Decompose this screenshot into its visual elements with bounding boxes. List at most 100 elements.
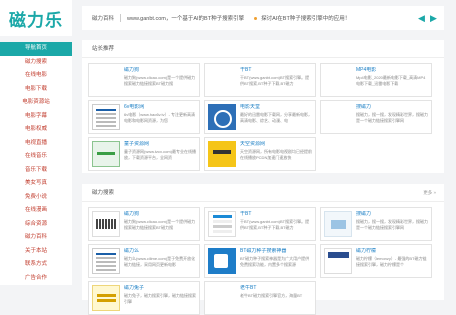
sidebar-item[interactable]: 美女写真 (0, 177, 72, 191)
card-title[interactable]: 磁力么 (124, 248, 196, 255)
card-description: 搜磁力，搜一搜，发现精彩世界，搜磁力是一个磁力链接搜索引擎网 (356, 219, 428, 230)
card-title[interactable]: 老牛BT (240, 285, 312, 292)
card-title[interactable]: 磁力柠檬 (356, 248, 428, 255)
sidebar-item[interactable]: 综合资源 (0, 218, 72, 232)
site-card[interactable]: 童子资源网 童子资源网(www.tzcx.com)最专业在线播放，下载资源平台，全… (88, 137, 200, 171)
card-description: 搜磁力，搜一搜，发现精彩世界，搜磁力是一个磁力链接搜索引擎网 (356, 112, 428, 123)
card-title[interactable]: 磁力兔子 (124, 285, 196, 292)
sidebar-item[interactable]: 免费小说 (0, 191, 72, 205)
divider (120, 14, 122, 22)
card-body: 童子资源网 童子资源网(www.tzcx.com)最专业在线播放，下载资源平台，全… (124, 141, 196, 167)
bullet-icon (254, 16, 258, 20)
card-description: 老牛BT磁力搜索引擎官方，海量BT (240, 293, 303, 298)
card-description: 6v电影（www.hao6v.tv）- 专注更新高清电影和电影网资源，为您 (124, 112, 196, 123)
site-card[interactable]: 6v电影网 6v电影（www.hao6v.tv）- 专注更新高清电影和电影网资源，… (88, 100, 200, 134)
url-notice[interactable]: www.ganbt.com，一个基于AI的BT种子搜索引擎 (127, 14, 244, 22)
site-card[interactable]: MP4电影 Mp4电影_2020最新电影下载_高清MP4电影下载_迅雷电影下载 (320, 63, 432, 97)
next-arrow-icon[interactable]: ▶ (430, 13, 437, 23)
card-body: 搜磁力 搜磁力，搜一搜，发现精彩世界，搜磁力是一个磁力链接搜索引擎网 (356, 104, 428, 130)
card-title[interactable]: 搜磁力 (356, 211, 428, 218)
card-title[interactable]: 6v电影网 (124, 104, 196, 111)
card-title[interactable]: 磁力狗 (124, 211, 196, 218)
card-title[interactable]: 干BT (240, 211, 312, 218)
site-card[interactable]: 干BT 干BT(www.ganbt.com)BT搜索引擎。提供BT搜索,BT种子下… (204, 63, 316, 97)
top-notice-bar: 磁力百科 www.ganbt.com，一个基于AI的BT种子搜索引擎 探讨AI在… (82, 6, 444, 30)
sidebar-item[interactable]: 磁力搜索 (0, 56, 72, 70)
card-title[interactable]: 干BT (240, 67, 312, 74)
card-description: BT磁力种子搜索神器是为广大用户提供免费搜索功能，内置多个搜索源 (240, 256, 310, 267)
panel-title: 站长推荐 (82, 40, 444, 58)
site-thumbnail (92, 141, 120, 167)
card-description: Mp4电影_2020最新电影下载_高清MP4电影下载_迅雷电影下载 (356, 75, 426, 86)
card-title[interactable]: BT磁力种子搜索神器 (240, 248, 312, 255)
site-thumbnail (92, 248, 120, 274)
site-card[interactable]: 搜磁力 搜磁力，搜一搜，发现精彩世界，搜磁力是一个磁力链接搜索引擎网 (320, 100, 432, 134)
site-thumbnail (92, 104, 120, 130)
sidebar-item[interactable]: 电视直播 (0, 137, 72, 151)
panel-title-text: 磁力搜索 (92, 190, 115, 196)
sidebar-nav: 导航首页 磁力搜索 在线电影 电影下载 电影资源站 电影字幕 电影权威 电视直播 在线音乐 音乐下… (0, 42, 72, 285)
site-name[interactable]: 磁力百科 (92, 14, 114, 22)
card-body: 磁力狗 磁力狗(www.clicao.com)是一个提供磁力搜索磁力链接搜索BT磁… (124, 211, 196, 237)
site-card[interactable]: 干BT 干BT(www.ganbt.com)BT搜索引擎。提供BT搜索,BT种子下… (204, 207, 316, 241)
sidebar-item[interactable]: 音乐下载 (0, 164, 72, 178)
site-card[interactable]: 电影天堂 最好的迅雷电影下载网，分享最新电影，高清电影、综艺、动漫、电 (204, 100, 316, 134)
sidebar-item[interactable]: 联系方式 (0, 258, 72, 272)
notice-text[interactable]: 探讨AI在BT种子搜索引擎中的应用！ (261, 14, 350, 22)
site-logo[interactable]: 磁力乐 (0, 0, 72, 36)
sidebar-item[interactable]: 电影资源站 (0, 96, 72, 110)
site-card[interactable]: 磁力柠檬 磁力柠檬（lemonzy）- 最强的BT磁力链接搜索引擎，磁力柠檬是个 (320, 244, 432, 278)
card-body: BT磁力种子搜索神器 BT磁力种子搜索神器是为广大用户提供免费搜索功能，内置多个搜… (240, 248, 312, 274)
card-title[interactable]: 电影天堂 (240, 104, 312, 111)
card-title[interactable]: 天空资源网 (240, 141, 312, 148)
site-thumbnail (92, 67, 120, 93)
card-title[interactable]: MP4电影 (356, 67, 428, 74)
card-title[interactable]: 磁力狗 (124, 67, 196, 74)
sidebar-item[interactable]: 导航首页 (0, 42, 72, 56)
card-title[interactable]: 搜磁力 (356, 104, 428, 111)
logo-text: 磁力乐 (9, 10, 63, 31)
card-body: 老牛BT 老牛BT磁力搜索引擎官方，海量BT (240, 285, 312, 311)
site-card[interactable]: 天空资源网 天空资源网，所有电影电视剧均已经提前在线播放PCDN加速门速放快 (204, 137, 316, 171)
sidebar-item[interactable]: 广告合作 (0, 272, 72, 286)
card-body: 干BT 干BT(www.ganbt.com)BT搜索引擎。提供BT搜索,BT种子下… (240, 211, 312, 237)
card-description: 磁力狗(www.clicao.com)是一个提供磁力搜索磁力链接搜索BT磁力搜 (124, 219, 196, 230)
card-description: 天空资源网，所有电影电视剧均已经提前在线播放PCDN加速门速放快 (240, 149, 312, 160)
prev-arrow-icon[interactable]: ◀ (418, 13, 425, 23)
site-card[interactable]: 磁力狗 磁力狗(www.clicao.com)是一个提供磁力搜索磁力链接搜索BT磁… (88, 207, 200, 241)
site-card[interactable]: 磁力么 磁力么(www.cilime.com)是于免费开放化磁力链接，采用网页更新… (88, 244, 200, 278)
site-thumbnail (208, 141, 236, 167)
site-card[interactable]: 磁力兔子 磁力兔子，磁力搜索引擎，磁力链接搜索引擎 (88, 281, 200, 315)
card-body: 磁力么 磁力么(www.cilime.com)是于免费开放化磁力链接，采用网页更新… (124, 248, 196, 274)
sidebar-item[interactable]: 电影权威 (0, 123, 72, 137)
card-description: 干BT(www.ganbt.com)BT搜索引擎。提供BT搜索,BT种子下载,B… (240, 219, 310, 230)
site-thumbnail (208, 285, 236, 311)
sidebar-item[interactable]: 在线电影 (0, 69, 72, 83)
card-grid: 磁力狗 磁力狗(www.clicao.com)是一个提供磁力搜索磁力链接搜索BT磁… (82, 202, 444, 315)
sidebar-item[interactable]: 关于本站 (0, 245, 72, 259)
more-link[interactable]: 更多 » (423, 184, 436, 202)
card-description: 磁力兔子，磁力搜索引擎，磁力链接搜索引擎 (124, 293, 196, 304)
site-card[interactable]: 磁力狗 磁力狗(www.clicao.com)是一个提供磁力搜索磁力链接搜索BT磁… (88, 63, 200, 97)
site-thumbnail (324, 67, 352, 93)
card-description: 磁力柠檬（lemonzy）- 最强的BT磁力链接搜索引擎，磁力柠檬是个 (356, 256, 427, 267)
sidebar-item[interactable]: 在线漫画 (0, 204, 72, 218)
site-thumbnail (324, 211, 352, 237)
notice-arrows: ◀ ▶ (418, 13, 437, 23)
sidebar-item[interactable]: 在线音乐 (0, 150, 72, 164)
sidebar-item[interactable]: 电影下载 (0, 83, 72, 97)
site-thumbnail (208, 211, 236, 237)
site-card[interactable]: 搜磁力 搜磁力，搜一搜，发现精彩世界，搜磁力是一个磁力链接搜索引擎网 (320, 207, 432, 241)
site-card[interactable]: 老牛BT 老牛BT磁力搜索引擎官方，海量BT (204, 281, 316, 315)
card-title[interactable]: 童子资源网 (124, 141, 196, 148)
card-body: 搜磁力 搜磁力，搜一搜，发现精彩世界，搜磁力是一个磁力链接搜索引擎网 (356, 211, 428, 237)
card-body: 干BT 干BT(www.ganbt.com)BT搜索引擎。提供BT搜索,BT种子下… (240, 67, 312, 93)
sidebar-item[interactable]: 磁力百科 (0, 231, 72, 245)
card-description: 最好的迅雷电影下载网，分享最新电影，高清电影、综艺、动漫、电 (240, 112, 312, 123)
site-thumbnail (92, 211, 120, 237)
sidebar-item[interactable]: 电影字幕 (0, 110, 72, 124)
card-description: 童子资源网(www.tzcx.com)最专业在线播放，下载资源平台，全网资 (124, 149, 196, 160)
magnet-search-panel: 磁力搜索 更多 » 磁力狗 磁力狗(www.clicao.com)是一个提供磁力搜… (82, 184, 444, 315)
site-card[interactable]: BT磁力种子搜索神器 BT磁力种子搜索神器是为广大用户提供免费搜索功能，内置多个搜… (204, 244, 316, 278)
card-description: 磁力狗(www.clicao.com)是一个提供磁力搜索磁力链接搜索BT磁力搜 (124, 75, 196, 86)
